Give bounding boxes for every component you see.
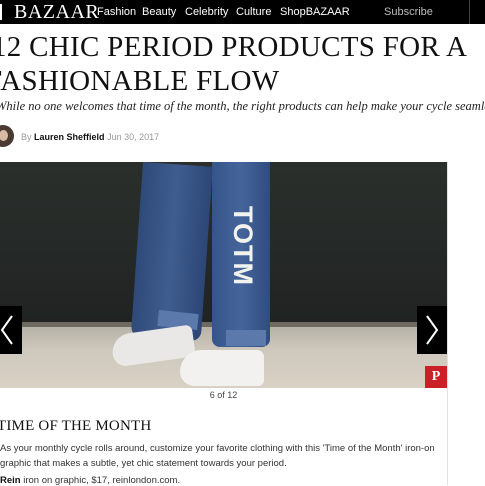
byline-prefix: By [21, 132, 32, 142]
gallery-next-button[interactable] [417, 306, 447, 354]
article-headline: 12 CHIC PERIOD PRODUCTS FOR A FASHIONABL… [0, 30, 485, 97]
brand-name[interactable]: Rein [0, 475, 21, 486]
credit-text: iron on graphic, $17, reinlondon.com. [20, 475, 181, 486]
nav-divider [469, 0, 470, 24]
slide-title: TIME OF THE MONTH [0, 418, 152, 434]
gallery-prev-button[interactable] [0, 306, 22, 354]
chevron-left-icon [0, 315, 13, 345]
subscribe-link[interactable]: Subscribe [384, 5, 433, 19]
author-avatar[interactable] [0, 125, 14, 147]
avatar-face [0, 130, 8, 141]
publish-date: Jun 30, 2017 [107, 132, 160, 142]
column-divider [447, 162, 448, 485]
gallery-image[interactable]: TOTM [0, 162, 447, 388]
chevron-right-icon [426, 315, 439, 345]
nav-shopbazaar[interactable]: ShopBAZAAR [280, 5, 350, 19]
bazaar-logo[interactable]: BAZAAR [14, 1, 99, 23]
slide-description: As your monthly cycle rolls around, cust… [0, 443, 435, 469]
top-nav: BAZAAR Fashion Beauty Celebrity Culture … [0, 0, 485, 24]
headline-line-2: FASHIONABLE FLOW [0, 65, 280, 97]
author-link[interactable]: Lauren Sheffield [34, 132, 105, 142]
sneaker-right [180, 350, 264, 386]
article-dek: While no one welcomes that time of the m… [0, 99, 485, 113]
nav-fashion[interactable]: Fashion [97, 5, 136, 19]
pinterest-icon[interactable]: P [425, 366, 447, 388]
slide-counter: 6 of 12 [209, 390, 238, 400]
product-credit: Rein iron on graphic, $17, reinlondon.co… [0, 475, 180, 486]
byline: By Lauren Sheffield Jun 30, 2017 [21, 132, 159, 142]
jeans-cuff-right [226, 330, 266, 346]
menu-icon[interactable] [0, 4, 2, 20]
nav-culture[interactable]: Culture [236, 5, 271, 19]
nav-celebrity[interactable]: Celebrity [185, 5, 228, 19]
iron-on-graphic-text: TOTM [228, 206, 258, 286]
nav-beauty[interactable]: Beauty [142, 5, 176, 19]
headline-line-1: 12 CHIC PERIOD PRODUCTS FOR A [0, 31, 468, 63]
